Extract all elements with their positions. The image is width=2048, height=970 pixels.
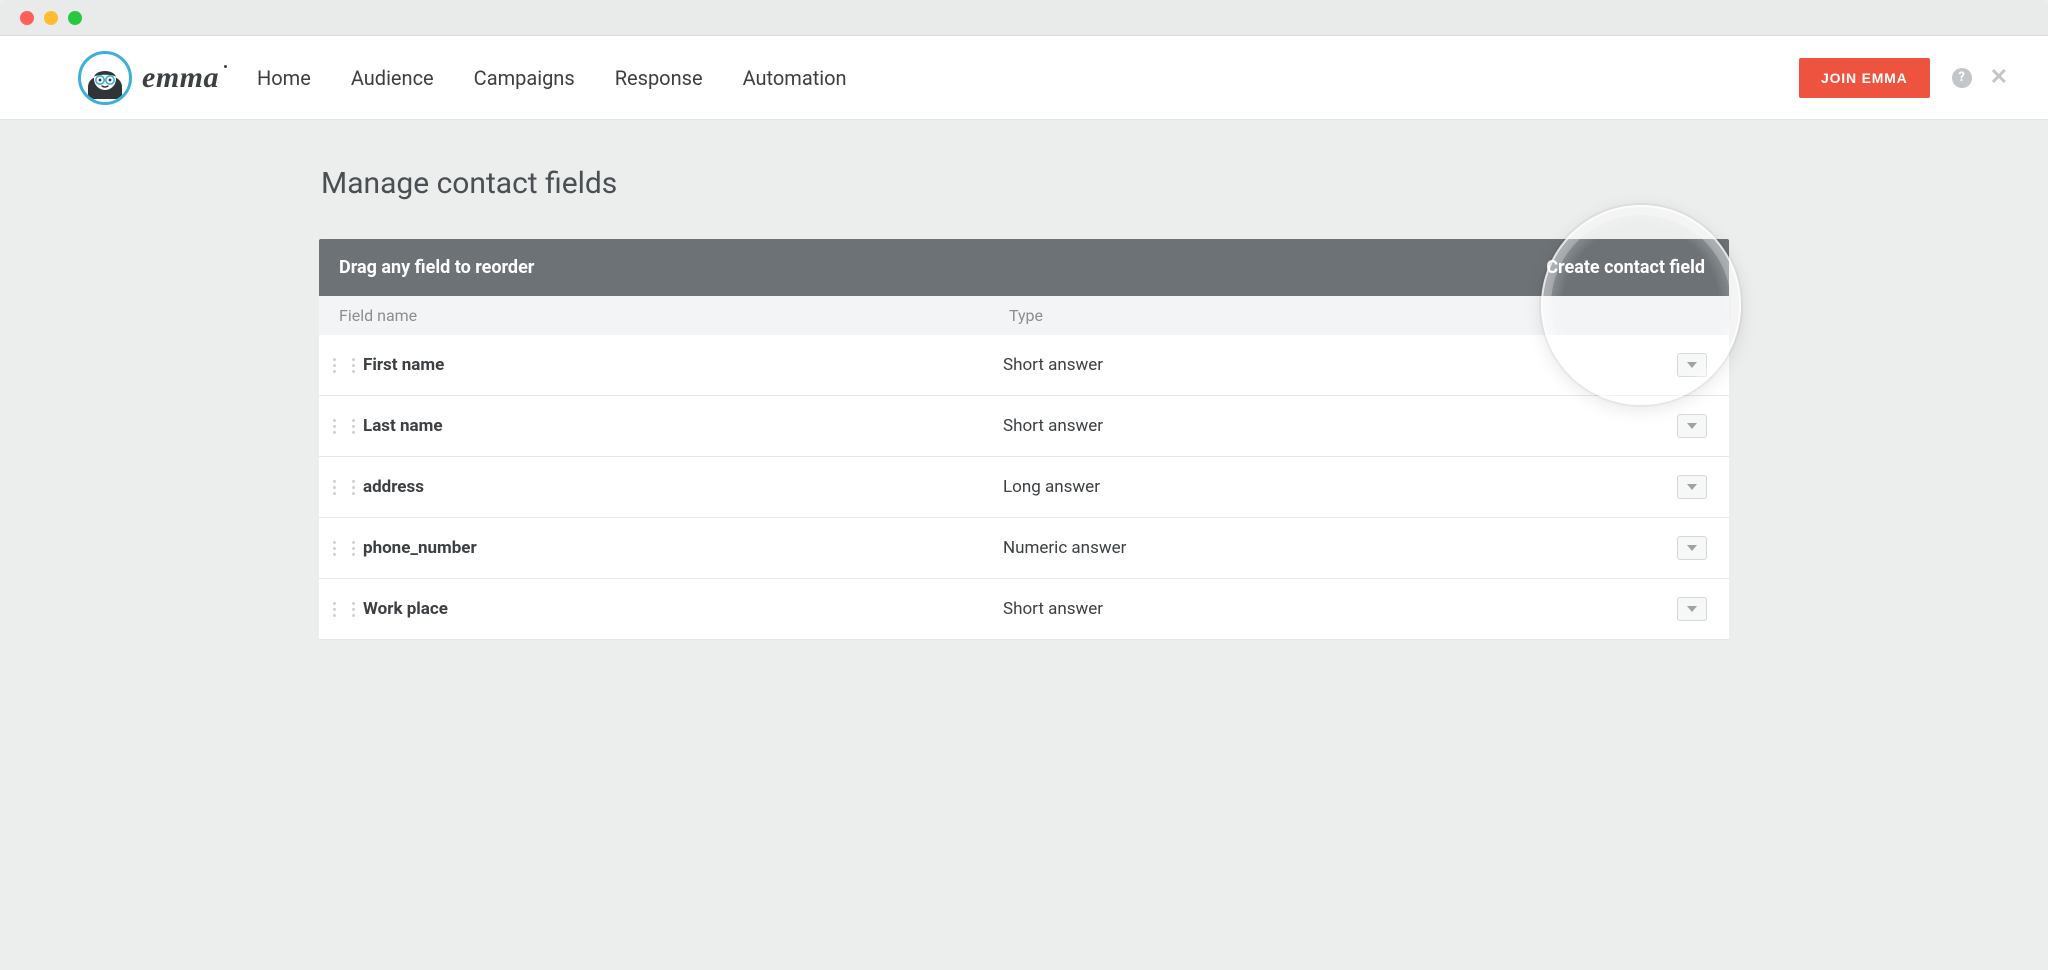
page-content: Manage contact fields Drag any field to … [319, 120, 1729, 700]
table-row[interactable]: Last name Short answer [319, 396, 1729, 457]
table-row[interactable]: phone_number Numeric answer [319, 518, 1729, 579]
row-actions-menu[interactable] [1677, 536, 1707, 560]
nav-audience[interactable]: Audience [351, 66, 434, 90]
close-icon[interactable]: ✕ [1990, 65, 2008, 90]
field-name: phone_number [363, 538, 1003, 558]
col-header-name: Field name [339, 306, 1009, 325]
window-close-dot[interactable] [20, 11, 34, 25]
top-nav: emma Home Audience Campaigns Response Au… [0, 36, 2048, 120]
table-row[interactable]: First name Short answer [319, 335, 1729, 396]
field-type: Short answer [1003, 599, 1677, 619]
nav-campaigns[interactable]: Campaigns [474, 66, 575, 90]
join-button[interactable]: JOIN EMMA [1799, 58, 1930, 98]
primary-nav: Home Audience Campaigns Response Automat… [257, 66, 847, 90]
nav-automation[interactable]: Automation [743, 66, 847, 90]
drag-handle-icon[interactable] [333, 541, 355, 556]
window-minimize-dot[interactable] [44, 11, 58, 25]
page-title: Manage contact fields [321, 166, 1729, 201]
field-type: Short answer [1003, 355, 1677, 375]
field-name: Work place [363, 599, 1003, 619]
field-type: Numeric answer [1003, 538, 1677, 558]
table-toolbar: Drag any field to reorder Create contact… [319, 239, 1729, 296]
field-name: address [363, 477, 1003, 497]
brand-wordmark: emma [142, 61, 219, 95]
row-actions-menu[interactable] [1677, 597, 1707, 621]
reorder-hint: Drag any field to reorder [339, 257, 534, 278]
drag-handle-icon[interactable] [333, 419, 355, 434]
drag-handle-icon[interactable] [333, 358, 355, 373]
table-row[interactable]: Work place Short answer [319, 579, 1729, 640]
nav-home[interactable]: Home [257, 66, 311, 90]
field-type: Short answer [1003, 416, 1677, 436]
column-headers: Field name Type [319, 296, 1729, 335]
row-actions-menu[interactable] [1677, 475, 1707, 499]
table-row[interactable]: address Long answer [319, 457, 1729, 518]
brand-logo[interactable]: emma [78, 51, 219, 105]
field-type: Long answer [1003, 477, 1677, 497]
drag-handle-icon[interactable] [333, 602, 355, 617]
help-icon[interactable]: ? [1952, 68, 1972, 88]
row-actions-menu[interactable] [1677, 353, 1707, 377]
col-header-type: Type [1009, 306, 1707, 325]
field-name: First name [363, 355, 1003, 375]
brand-mark-icon [78, 51, 132, 105]
field-name: Last name [363, 416, 1003, 436]
create-contact-field-button[interactable]: Create contact field [1546, 257, 1705, 278]
nav-response[interactable]: Response [615, 66, 703, 90]
drag-handle-icon[interactable] [333, 480, 355, 495]
window-chrome [0, 0, 2048, 36]
row-actions-menu[interactable] [1677, 414, 1707, 438]
window-zoom-dot[interactable] [68, 11, 82, 25]
